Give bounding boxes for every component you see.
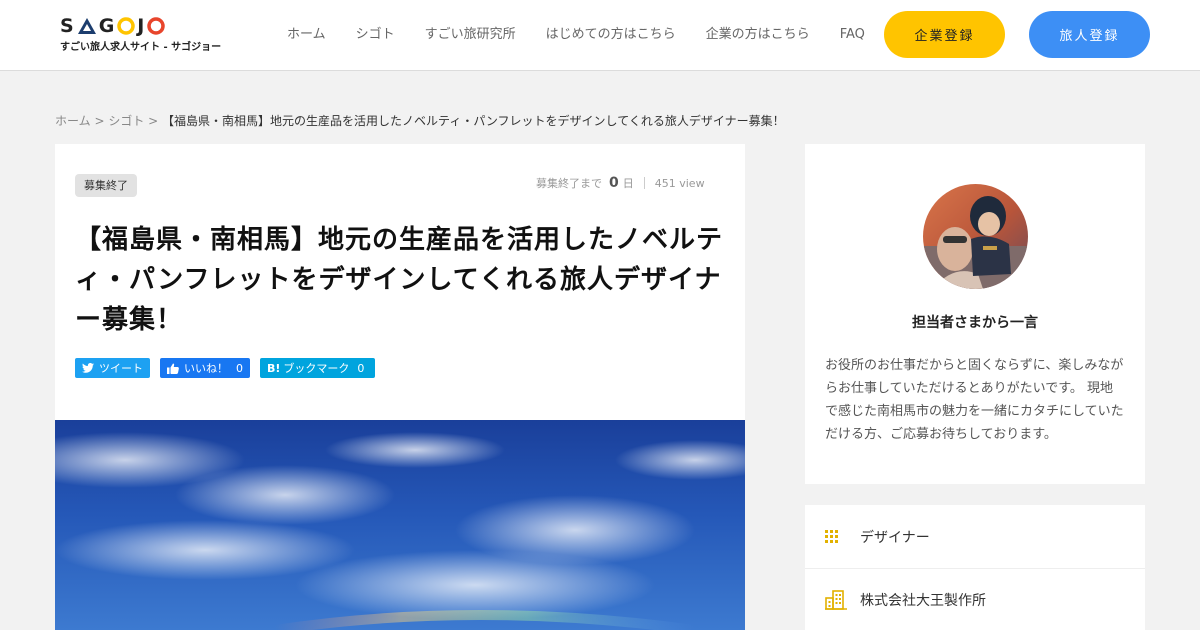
logo-letter-g: G: [98, 15, 116, 37]
job-info-card: デザイナー 株式会社大王製作所: [805, 505, 1145, 630]
share-buttons: ツイート いいね！ 0 B! ブックマーク 0: [75, 358, 375, 378]
contact-comment-card: 担当者さまから一言 お役所のお仕事だからと固くならずに、楽しみながらお仕事してい…: [805, 144, 1145, 484]
sky-clouds-image: [55, 432, 745, 630]
job-meta: 募集終了まで 0 日 451 view: [536, 175, 705, 191]
circle-o-icon: [117, 17, 136, 35]
logo-wordmark: S G J: [60, 16, 221, 36]
breadcrumb: ホーム > シゴト > 【福島県・南相馬】地元の生産品を活用したノベルティ・パン…: [55, 112, 785, 129]
job-card: 募集終了 募集終了まで 0 日 451 view 【福島県・南相馬】地元の生産品…: [55, 144, 745, 630]
company-register-button[interactable]: 企業登録: [884, 11, 1005, 58]
category-row[interactable]: デザイナー: [805, 505, 1145, 568]
breadcrumb-current: 【福島県・南相馬】地元の生産品を活用したノベルティ・パンフレットをデザインしてく…: [162, 114, 785, 128]
company-label: 株式会社大王製作所: [860, 593, 986, 609]
nav-beginners[interactable]: はじめての方はこちら: [546, 26, 676, 44]
like-label: いいね！: [184, 362, 228, 375]
circle-o-red-icon: [147, 17, 166, 35]
comment-title: 担当者さまから一言: [912, 315, 1038, 331]
deadline-label: 募集終了まで: [536, 177, 602, 190]
thumbs-up-icon: [167, 363, 179, 374]
logo-letter-s: S: [60, 15, 75, 37]
tweet-label: ツイート: [99, 362, 143, 375]
category-label: デザイナー: [860, 529, 930, 546]
like-count: 0: [236, 361, 243, 375]
breadcrumb-jobs[interactable]: シゴト: [108, 114, 144, 128]
like-button[interactable]: いいね！ 0: [160, 358, 250, 378]
nav-lab[interactable]: すごい旅研究所: [425, 26, 516, 44]
tweet-button[interactable]: ツイート: [75, 358, 150, 378]
hero-image: [55, 420, 745, 630]
deadline-days: 0: [609, 175, 619, 191]
bookmark-label: ブックマーク: [283, 362, 350, 375]
person-photo-icon: [923, 184, 1028, 289]
meta-divider: [643, 177, 645, 189]
breadcrumb-separator: >: [144, 114, 163, 128]
site-logo[interactable]: S G J すごい旅人求人サイト - サゴジョー: [60, 16, 221, 53]
bookmark-button[interactable]: B! ブックマーク 0: [260, 358, 375, 378]
view-count: 451 view: [654, 176, 705, 190]
nav-home[interactable]: ホーム: [287, 26, 326, 44]
nav-jobs[interactable]: シゴト: [356, 26, 395, 44]
avatar: [923, 184, 1028, 289]
logo-letter-j: J: [137, 15, 146, 37]
company-row[interactable]: 株式会社大王製作所: [805, 568, 1145, 630]
twitter-bird-icon: [82, 363, 94, 373]
comment-text: お役所のお仕事だからと固くならずに、楽しみながらお仕事していただけるとありがたい…: [825, 358, 1124, 442]
breadcrumb-home[interactable]: ホーム: [55, 114, 91, 128]
traveler-register-button[interactable]: 旅人登録: [1029, 11, 1150, 58]
hatena-b-icon: B!: [267, 361, 281, 375]
nav-faq[interactable]: FAQ: [840, 26, 865, 44]
grid-icon: [825, 529, 838, 543]
status-badge: 募集終了: [75, 174, 137, 197]
main-nav: ホーム シゴト すごい旅研究所 はじめての方はこちら 企業の方はこちら FAQ: [287, 26, 865, 44]
breadcrumb-separator: >: [90, 114, 109, 128]
triangle-icon: [77, 18, 96, 34]
bookmark-count: 0: [357, 361, 365, 375]
job-title: 【福島県・南相馬】地元の生産品を活用したノベルティ・パンフレットをデザインしてく…: [75, 225, 724, 335]
site-header: S G J すごい旅人求人サイト - サゴジョー ホーム シゴト すごい旅研究所…: [0, 0, 1200, 71]
nav-companies[interactable]: 企業の方はこちら: [706, 26, 810, 44]
deadline-unit: 日: [622, 177, 634, 190]
building-icon: [825, 590, 847, 610]
logo-tagline: すごい旅人求人サイト - サゴジョー: [60, 42, 222, 53]
